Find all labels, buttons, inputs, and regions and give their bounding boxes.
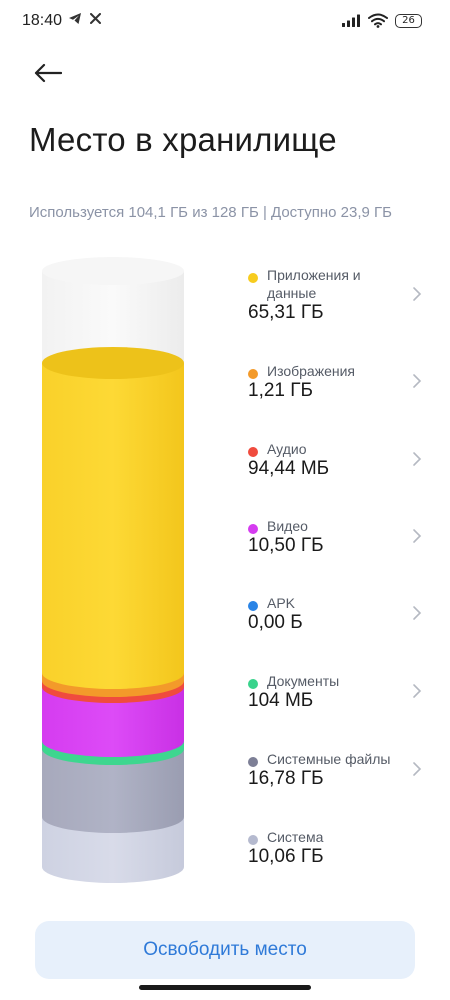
battery-icon: 26: [395, 13, 422, 28]
category-size: 10,50 ГБ: [248, 535, 324, 556]
category-label: Системные файлы: [267, 751, 391, 767]
category-label: APK: [267, 595, 296, 611]
status-time: 18:40: [22, 12, 63, 29]
category-size: 16,78 ГБ: [248, 768, 324, 789]
chevron-right-icon: [413, 606, 422, 620]
legend-dot: [248, 601, 258, 611]
category-item-system-files[interactable]: Системные файлы 16,78 ГБ: [248, 746, 423, 810]
legend-dot: [248, 447, 258, 457]
wifi-icon: [368, 13, 388, 28]
cylinder-top: [42, 257, 184, 285]
category-label: Система: [267, 829, 324, 845]
category-item-apk[interactable]: APK 0,00 Б: [248, 590, 423, 654]
home-indicator: [139, 985, 311, 990]
chevron-right-icon: [413, 529, 422, 543]
legend-dot: [248, 273, 258, 283]
arrow-left-icon: [34, 63, 62, 83]
chevron-right-icon: [413, 684, 422, 698]
category-item-documents[interactable]: Документы 104 МБ: [248, 668, 423, 732]
chevron-right-icon: [413, 374, 422, 388]
cylinder-segment-apps-top: [42, 347, 184, 379]
category-item-images[interactable]: Изображения 1,21 ГБ: [248, 358, 423, 422]
legend-dot: [248, 524, 258, 534]
category-size: 10,06 ГБ: [248, 846, 324, 867]
legend-dot: [248, 835, 258, 845]
category-label: Аудио: [267, 441, 307, 457]
status-bar: 18:40 26: [0, 0, 450, 40]
legend-dot: [248, 369, 258, 379]
back-button[interactable]: [28, 56, 68, 92]
category-label: Документы: [267, 673, 340, 689]
telegram-icon: [69, 13, 81, 24]
storage-cylinder-chart: [42, 257, 184, 883]
category-size: 1,21 ГБ: [248, 380, 314, 401]
category-item-audio[interactable]: Аудио 94,44 МБ: [248, 436, 423, 500]
usage-summary: Используется 104,1 ГБ из 128 ГБ | Доступ…: [29, 204, 392, 221]
chevron-right-icon: [413, 287, 422, 301]
category-label: Приложения и данные: [267, 267, 361, 301]
category-size: 65,31 ГБ: [248, 302, 324, 323]
chevron-right-icon: [413, 762, 422, 776]
signal-icon: [342, 14, 360, 27]
legend-dot: [248, 757, 258, 767]
page-title: Место в хранилище: [29, 121, 337, 158]
category-item-apps[interactable]: Приложения и данные 65,31 ГБ: [248, 262, 423, 326]
category-label: Видео: [267, 518, 308, 534]
free-space-button[interactable]: Освободить место: [35, 921, 415, 979]
status-left-icons: [68, 12, 101, 25]
category-item-system: Система 10,06 ГБ: [248, 824, 423, 888]
category-item-video[interactable]: Видео 10,50 ГБ: [248, 513, 423, 577]
category-size: 0,00 Б: [248, 612, 303, 633]
chevron-right-icon: [413, 452, 422, 466]
category-size: 94,44 МБ: [248, 458, 330, 479]
category-size: 104 МБ: [248, 690, 314, 711]
legend-dot: [248, 679, 258, 689]
close-icon: [90, 13, 101, 24]
cylinder-segment-apps: [42, 363, 184, 689]
category-label: Изображения: [267, 363, 355, 379]
status-right-icons: 26: [341, 13, 422, 28]
